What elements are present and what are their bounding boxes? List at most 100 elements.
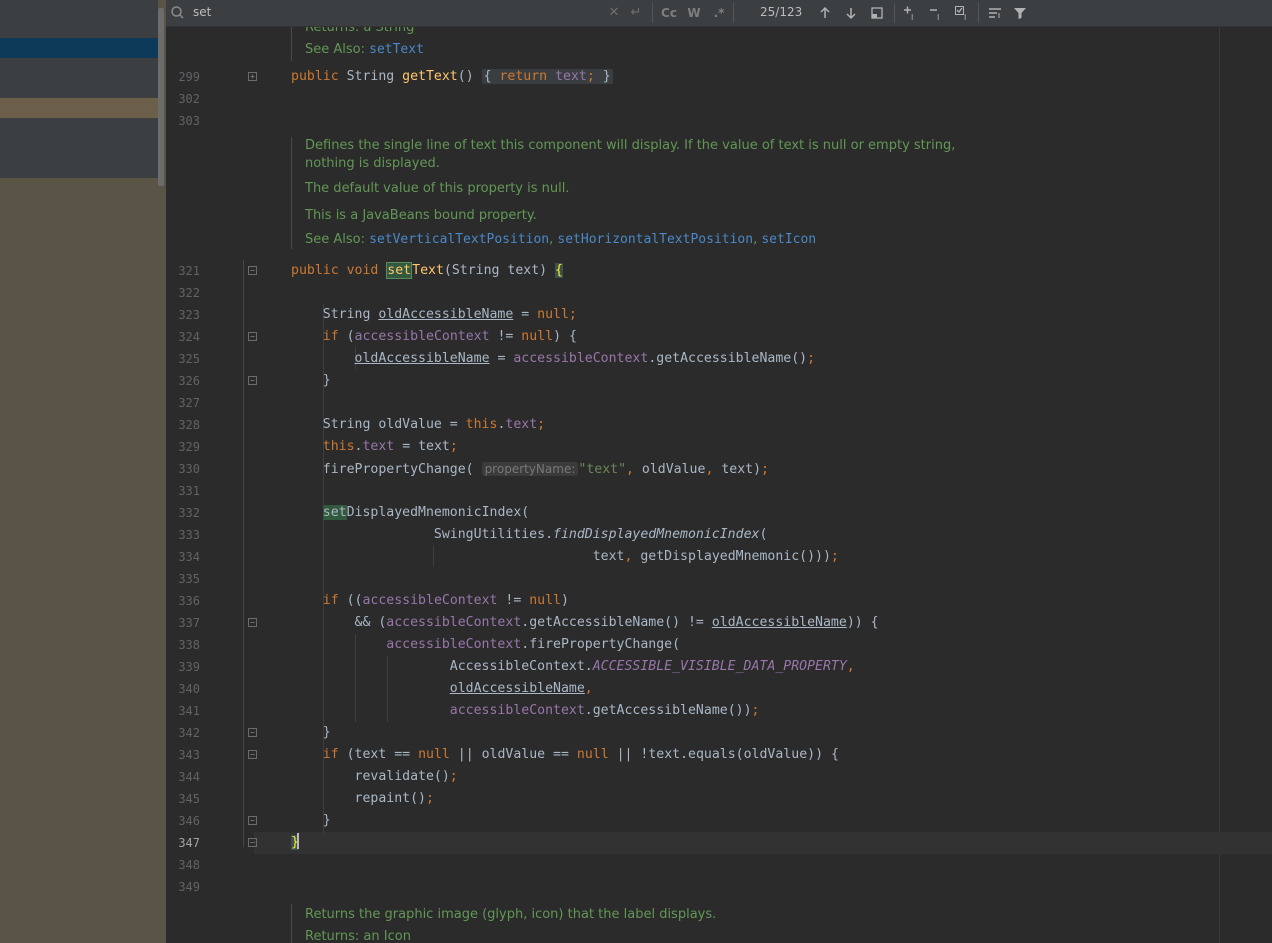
- code-line-333[interactable]: SwingUtilities.findDisplayedMnemonicInde…: [291, 524, 768, 546]
- fold-marker[interactable]: −: [248, 838, 257, 847]
- tree-row-selected[interactable]: [0, 38, 158, 58]
- line-number: 348: [166, 854, 254, 876]
- close-icon[interactable]: ✕: [604, 3, 624, 23]
- multiline-icon[interactable]: [985, 3, 1005, 23]
- search-input[interactable]: set: [193, 0, 211, 26]
- code-line-345[interactable]: repaint();: [291, 788, 434, 810]
- doc-comment: Returns: a String See Also: setText: [291, 27, 424, 61]
- line-number-text: 322: [178, 286, 200, 300]
- line-number-text: 343: [178, 748, 200, 762]
- current-line-highlight: [254, 832, 1272, 854]
- code-line-299[interactable]: public String getText() { return text; }: [291, 66, 613, 88]
- tree-row[interactable]: [0, 98, 158, 118]
- line-number-text: 323: [178, 308, 200, 322]
- doc-p1: Defines the single line of text this com…: [305, 138, 956, 153]
- find-bar: set ✕ ↵ Cc W .* 25/123 I I I: [166, 0, 1272, 27]
- project-panel: [0, 0, 166, 943]
- line-number: 345: [166, 788, 254, 810]
- arrow-up-icon[interactable]: [815, 3, 835, 23]
- fold-marker[interactable]: −: [248, 618, 257, 627]
- code-editor[interactable]: Returns: a String See Also: setText Defi…: [166, 27, 1272, 943]
- right-margin-guide: [1219, 27, 1220, 943]
- fold-marker[interactable]: −: [248, 332, 257, 341]
- code-line-343[interactable]: if (text == null || oldValue == null || …: [291, 744, 839, 766]
- regex-toggle[interactable]: .*: [709, 3, 729, 23]
- line-number: 299: [166, 66, 254, 88]
- tree-row[interactable]: [0, 0, 158, 38]
- tree-row[interactable]: [0, 118, 158, 178]
- filter-icon[interactable]: [1010, 3, 1030, 23]
- doc-link-1[interactable]: setVerticalTextPosition: [369, 232, 549, 247]
- code-line-330[interactable]: firePropertyChange( propertyName: "text",…: [291, 458, 769, 480]
- line-number: 328: [166, 414, 254, 436]
- line-number: 335: [166, 568, 254, 590]
- line-number-text: 330: [178, 462, 200, 476]
- code-line-328[interactable]: String oldValue = this.text;: [291, 414, 545, 436]
- arrow-down-icon[interactable]: [841, 3, 861, 23]
- line-number: 339: [166, 656, 254, 678]
- line-number-text: 331: [178, 484, 200, 498]
- fold-marker[interactable]: −: [248, 816, 257, 825]
- line-number: 343: [166, 744, 254, 766]
- fold-marker[interactable]: +: [248, 72, 257, 81]
- line-number-text: 332: [178, 506, 200, 520]
- line-number: 346: [166, 810, 254, 832]
- line-number: 340: [166, 678, 254, 700]
- code-line-336[interactable]: if ((accessibleContext != null): [291, 590, 569, 612]
- fold-marker[interactable]: −: [248, 266, 257, 275]
- code-line-342[interactable]: }: [291, 722, 331, 744]
- code-line-326[interactable]: }: [291, 370, 331, 392]
- code-line-325[interactable]: oldAccessibleName = accessibleContext.ge…: [291, 348, 816, 370]
- code-line-332[interactable]: setDisplayedMnemonicIndex(: [291, 502, 529, 524]
- doc-p2: The default value of this property is nu…: [305, 181, 570, 196]
- line-number-text: 334: [178, 550, 200, 564]
- tree-row[interactable]: [0, 58, 158, 98]
- line-number-text: 328: [178, 418, 200, 432]
- line-number: 329: [166, 436, 254, 458]
- line-number-text: 336: [178, 594, 200, 608]
- line-number-text: 324: [178, 330, 200, 344]
- line-number: 341: [166, 700, 254, 722]
- doc-p3: This is a JavaBeans bound property.: [305, 208, 537, 223]
- line-number-text: 346: [178, 814, 200, 828]
- doc-link-settext[interactable]: setText: [369, 42, 424, 57]
- search-icon[interactable]: [168, 3, 188, 23]
- code-line-323[interactable]: String oldAccessibleName = null;: [291, 304, 577, 326]
- line-number: 326: [166, 370, 254, 392]
- fold-marker[interactable]: −: [248, 750, 257, 759]
- code-line-346[interactable]: }: [291, 810, 331, 832]
- line-number: 336: [166, 590, 254, 612]
- line-number: 323: [166, 304, 254, 326]
- code-line-329[interactable]: this.text = text;: [291, 436, 458, 458]
- fold-marker[interactable]: −: [248, 376, 257, 385]
- code-line-339[interactable]: AccessibleContext.ACCESSIBLE_VISIBLE_DAT…: [291, 656, 855, 678]
- line-number: 303: [166, 110, 254, 132]
- line-number: 325: [166, 348, 254, 370]
- newline-icon[interactable]: ↵: [626, 3, 646, 23]
- code-line-321[interactable]: public void setText(String text) {: [291, 260, 563, 282]
- code-line-324[interactable]: if (accessibleContext != null) {: [291, 326, 577, 348]
- code-line-340[interactable]: oldAccessibleName,: [291, 678, 593, 700]
- match-case-toggle[interactable]: Cc: [658, 3, 680, 23]
- doc-p1: Returns the graphic image (glyph, icon) …: [305, 907, 717, 922]
- code-line-341[interactable]: accessibleContext.getAccessibleName());: [291, 700, 760, 722]
- remove-occurrence-icon[interactable]: I: [926, 3, 946, 23]
- doc-link-2[interactable]: setHorizontalTextPosition: [557, 232, 753, 247]
- doc-see-also-label: See Also:: [305, 42, 370, 57]
- doc-link-3[interactable]: setIcon: [761, 232, 816, 247]
- select-all-occurrences-icon[interactable]: I: [952, 3, 972, 23]
- code-line-347[interactable]: }: [291, 832, 299, 854]
- panel-scrollbar[interactable]: [158, 8, 164, 186]
- line-number-text: 329: [178, 440, 200, 454]
- line-number: 349: [166, 876, 254, 898]
- add-occurrence-icon[interactable]: I: [900, 3, 920, 23]
- code-line-344[interactable]: revalidate();: [291, 766, 458, 788]
- text-caret: [296, 833, 299, 849]
- code-line-334[interactable]: text, getDisplayedMnemonic()));: [291, 546, 839, 568]
- code-line-338[interactable]: accessibleContext.firePropertyChange(: [291, 634, 680, 656]
- fold-marker[interactable]: −: [248, 728, 257, 737]
- doc-returns: Returns: a String: [305, 27, 415, 35]
- words-toggle[interactable]: W: [684, 3, 704, 23]
- code-line-337[interactable]: && (accessibleContext.getAccessibleName(…: [291, 612, 879, 634]
- select-all-icon[interactable]: [867, 3, 887, 23]
